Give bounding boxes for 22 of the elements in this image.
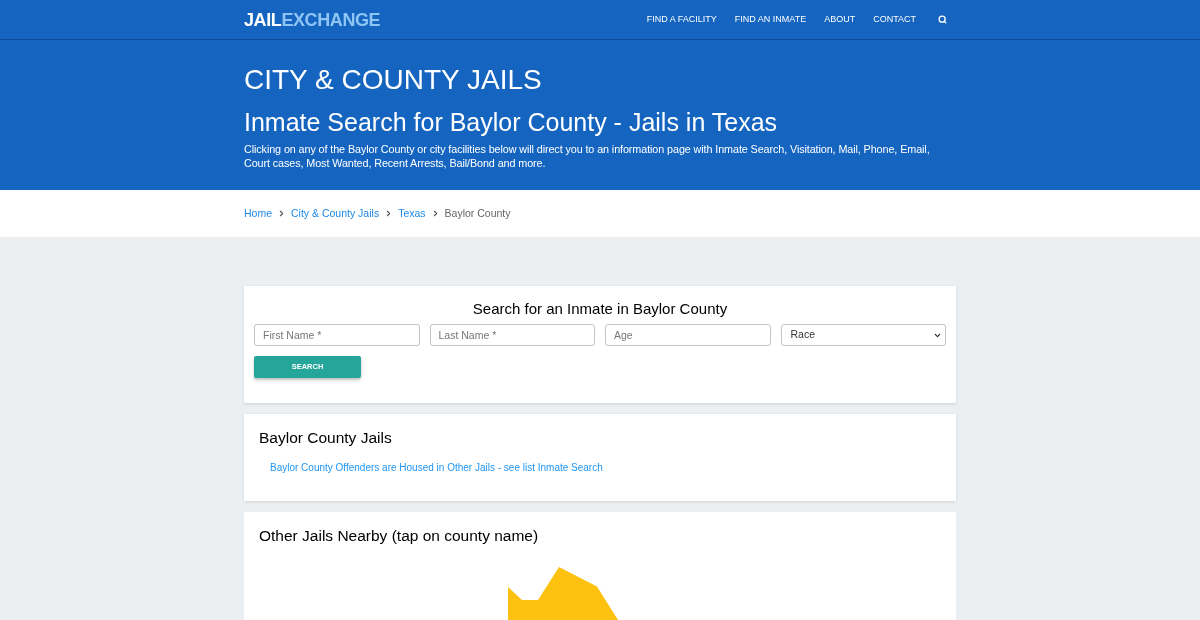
breadcrumb-current: Baylor County — [444, 205, 511, 221]
chevron-right-icon — [277, 209, 286, 218]
search-card-title: Search for an Inmate in Baylor County — [471, 300, 729, 318]
nav-link[interactable]: ABOUT — [824, 12, 856, 27]
nearby-card-title: Other Jails Nearby (tap on county name) — [259, 527, 540, 545]
text-input-field[interactable]: Age — [605, 324, 771, 346]
nav-link[interactable]: FIND A FACILITY — [646, 12, 717, 27]
search-icon[interactable] — [938, 15, 947, 24]
page-title: CITY & COUNTY JAILS — [244, 63, 543, 97]
jail-link[interactable]: Baylor County Offenders are Housed in Other Jails - see list Inmate Search — [270, 461, 603, 475]
race-select[interactable]: Race — [780, 324, 946, 346]
site-logo[interactable]: JAILEXCHANGE — [244, 10, 381, 29]
intro-text: Clicking on any of the Baylor County or city facilities below will direct you to an information page with Inmate Search, Visitation, Mail, Phone, Email, Court cases, Most Wanted, Recent Arrests, Bail/Bond and more. — [244, 142, 931, 170]
breadcrumb-link[interactable]: Texas — [398, 205, 426, 222]
nav-link[interactable]: FIND AN INMATE — [734, 12, 807, 27]
text-input-field[interactable]: Last Name * — [429, 324, 595, 346]
nav-link[interactable]: CONTACT — [873, 12, 916, 27]
jails-card-title: Baylor County Jails — [259, 429, 393, 447]
breadcrumb-link[interactable]: City & County Jails — [291, 205, 380, 222]
breadcrumb-link[interactable]: Home — [244, 205, 272, 222]
text-input-field[interactable]: First Name * — [254, 324, 420, 346]
page-subtitle: Inmate Search for Baylor County - Jails in Texas — [244, 107, 779, 138]
